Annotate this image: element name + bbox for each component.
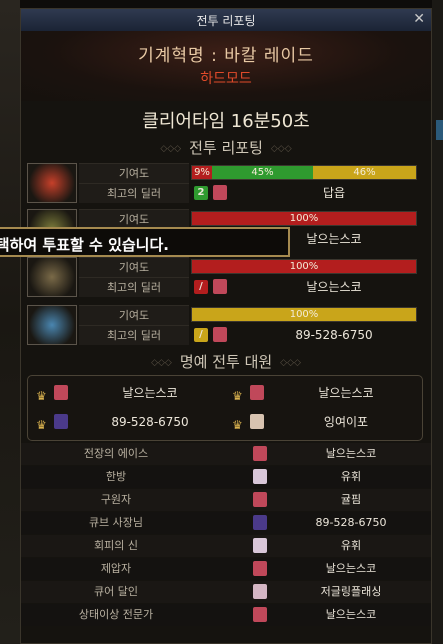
award-row: 한방 유휘 [21,466,431,488]
award-row: 제압자 날으는스코 [21,558,431,580]
dungeon-header: 기계혁명 : 바칼 레이드 하드모드 [21,31,431,101]
contribution-segment: 100% [192,308,416,321]
clear-time: 클리어타임 16분50초 [142,111,310,132]
contribution-bar: 100% [191,307,417,322]
award-title: 전장의 에이스 [83,447,149,460]
best-dealer-label: 최고의 딜러 [79,183,189,203]
award-title: 구원자 [100,493,132,506]
background-ui-fragment [436,120,443,140]
honor-member[interactable]: ♛ 날으는스코 [228,380,418,406]
avatar [253,492,267,507]
crown-icon: ♛ [36,418,47,432]
class-icon [27,305,77,345]
honor-member[interactable]: ♛ 잉여이포 [228,409,418,435]
tooltip-text: 선택하여 투표할 수 있습니다. [0,236,169,254]
window-title: 전투 리포팅 [196,14,256,28]
award-winner: 유휘 [340,539,362,552]
difficulty-mode: 하드모드 [200,71,252,87]
honor-heading: 명예 전투 대원 [21,351,431,372]
award-row: 구원자 귤핌 [21,489,431,511]
avatar [253,607,267,622]
battle-report-window: 전투 리포팅 ✕ 기계혁명 : 바칼 레이드 하드모드 클리어타임 16분50초… [20,8,432,644]
player-row[interactable]: 기여도 최고의 딜러 100% / 89-528-6750 [27,305,423,347]
player-row[interactable]: 기여도 최고의 딜러 9% 45% 46% 2 답읍 [27,163,423,205]
contribution-segment: 100% [192,212,416,225]
contribution-label: 기여도 [79,209,189,229]
avatar [213,185,227,200]
award-winner: 유휘 [340,470,362,483]
award-winner: 날으는스코 [325,608,377,621]
window-titlebar[interactable]: 전투 리포팅 ✕ [21,9,431,32]
combo-badge: 2 [194,186,208,200]
award-title: 회피의 신 [94,539,138,552]
vote-tooltip: 선택하여 투표할 수 있습니다. [0,227,290,257]
award-title: 큐브 사장님 [88,516,144,529]
contribution-segment: 9% [192,166,212,179]
avatar [253,446,267,461]
contribution-label: 기여도 [79,257,189,277]
award-winner: 날으는스코 [325,562,377,575]
best-dealer-name: 답읍 [322,186,346,200]
avatar [250,385,264,400]
best-dealer-label: 최고의 딜러 [79,325,189,345]
contribution-bar: 100% [191,259,417,274]
crown-icon: ♛ [36,389,47,403]
award-row: 전장의 에이스 날으는스코 [21,443,431,465]
avatar [213,327,227,342]
combo-badge: / [194,328,208,342]
best-dealer-value: / 날으는스코 [191,278,417,296]
class-icon [27,257,77,297]
background-left [0,0,20,644]
award-winner: 저글링플래싱 [320,585,382,598]
crown-icon: ♛ [232,418,243,432]
battle-report-heading: 전투 리포팅 [21,137,431,158]
contribution-segment: 100% [192,260,416,273]
contribution-segment: 45% [212,166,313,179]
best-dealer-name: 89-528-6750 [295,328,373,342]
award-row: 큐브 사장님 89-528-6750 [21,512,431,534]
award-title: 큐어 달인 [94,585,138,598]
award-title: 상태이상 전문가 [78,608,154,621]
combo-badge: / [194,280,208,294]
best-dealer-value: / 89-528-6750 [191,326,417,344]
award-winner: 날으는스코 [325,447,377,460]
best-dealer-value: 2 답읍 [191,184,417,202]
class-icon [27,163,77,203]
best-dealer-name: 날으는스코 [306,280,362,294]
avatar [54,414,68,429]
avatar [213,279,227,294]
award-title: 제압자 [100,562,132,575]
contribution-label: 기여도 [79,305,189,325]
honor-member[interactable]: ♛ 날으는스코 [32,380,222,406]
award-title: 한방 [105,470,127,483]
honor-members-panel: ♛ 날으는스코 ♛ 날으는스코 ♛ 89-528-6750 ♛ 잉여이포 [27,375,423,441]
background-right [432,0,443,644]
avatar [54,385,68,400]
close-icon[interactable]: ✕ [413,11,425,27]
avatar [253,515,267,530]
award-row: 회피의 신 유휘 [21,535,431,557]
crown-icon: ♛ [232,389,243,403]
honor-member[interactable]: ♛ 89-528-6750 [32,409,222,435]
avatar [253,469,267,484]
avatar [253,561,267,576]
avatar [253,584,267,599]
contribution-bar: 9% 45% 46% [191,165,417,180]
award-row: 상태이상 전문가 날으는스코 [21,604,431,626]
award-winner: 89-528-6750 [315,516,387,529]
avatar [250,414,264,429]
dungeon-name: 기계혁명 : 바칼 레이드 [138,46,314,66]
award-row: 큐어 달인 저글링플래싱 [21,581,431,603]
best-dealer-label: 최고의 딜러 [79,277,189,297]
contribution-segment: 46% [313,166,416,179]
player-row[interactable]: 기여도 최고의 딜러 100% / 날으는스코 [27,257,423,299]
contribution-label: 기여도 [79,163,189,183]
contribution-bar: 100% [191,211,417,226]
award-winner: 귤핌 [340,493,362,506]
avatar [253,538,267,553]
